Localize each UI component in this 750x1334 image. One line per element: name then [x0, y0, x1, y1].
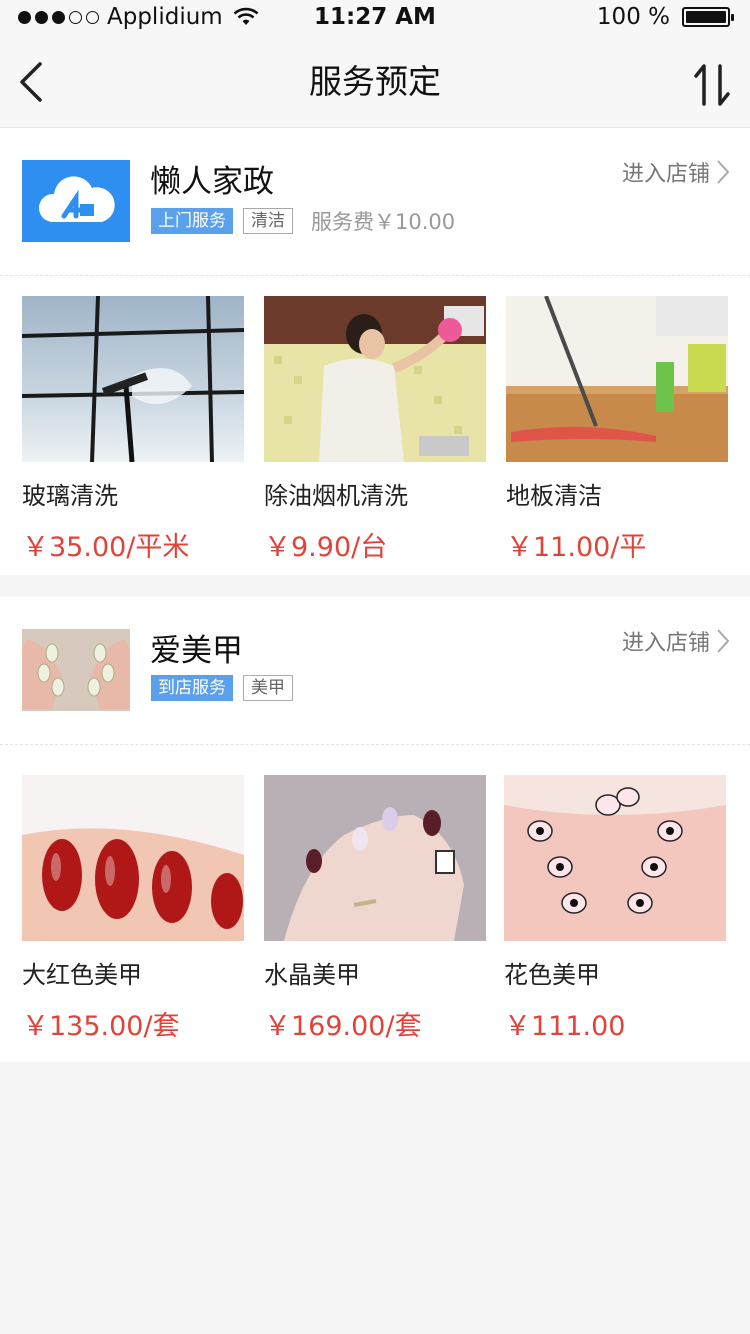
product-item[interactable]: 地板清洁 ￥11.00/平	[506, 296, 728, 564]
product-name: 水晶美甲	[264, 961, 360, 989]
battery-icon	[682, 7, 734, 27]
store-card: 爱美甲 到店服务 美甲 进入店铺 大红色美甲 ￥135.00/套 水晶美甲 ￥1…	[0, 597, 750, 1062]
store-name: 懒人家政	[150, 164, 274, 200]
nail-logo-image	[22, 629, 130, 711]
product-price: ￥11.00/平	[506, 532, 647, 563]
product-name: 花色美甲	[504, 961, 600, 989]
store-header[interactable]: 懒人家政 上门服务 清洁 服务费￥10.00 进入店铺	[0, 128, 750, 276]
cloud-logo-icon	[22, 160, 130, 242]
product-name: 地板清洁	[506, 482, 602, 510]
product-item[interactable]: 玻璃清洗 ￥35.00/平米	[22, 296, 244, 564]
chevron-right-icon	[717, 629, 730, 653]
service-fee: 服务费￥10.00	[311, 210, 456, 234]
product-price: ￥35.00/平米	[22, 532, 190, 563]
product-price: ￥169.00/套	[264, 1011, 422, 1042]
enter-store-link[interactable]: 进入店铺	[622, 156, 730, 188]
service-type-badge: 上门服务	[151, 208, 233, 234]
battery-label: 100 %	[596, 4, 670, 30]
store-logo	[22, 160, 130, 242]
product-image-floor-cleaning	[506, 296, 728, 462]
chevron-right-icon	[717, 160, 730, 184]
category-badge: 美甲	[243, 675, 293, 701]
product-name: 大红色美甲	[22, 961, 142, 989]
product-price: ￥135.00/套	[22, 1011, 180, 1042]
product-item[interactable]: 大红色美甲 ￥135.00/套	[22, 775, 244, 1043]
store-logo	[22, 629, 130, 711]
store-header[interactable]: 爱美甲 到店服务 美甲 进入店铺	[0, 597, 750, 745]
product-item[interactable]: 水晶美甲 ￥169.00/套	[264, 775, 486, 1043]
product-name: 玻璃清洗	[22, 482, 118, 510]
product-image-window-cleaning	[22, 296, 244, 462]
nav-bar: 服务预定	[0, 36, 750, 128]
store-tags: 上门服务 清洁 服务费￥10.00	[151, 206, 455, 236]
product-image-pattern-nails	[504, 775, 726, 941]
enter-store-label: 进入店铺	[621, 631, 710, 656]
enter-store-label: 进入店铺	[621, 162, 710, 187]
category-badge: 清洁	[243, 208, 293, 234]
status-bar: Applidium 11:27 AM 100 %	[0, 0, 750, 36]
product-name: 除油烟机清洗	[264, 482, 408, 510]
product-item[interactable]: 除油烟机清洗 ￥9.90/台	[264, 296, 486, 564]
product-price: ￥9.90/台	[264, 532, 388, 563]
product-row: 玻璃清洗 ￥35.00/平米 除油烟机清洗 ￥9.90/台 地板清洁 ￥11.0…	[0, 276, 750, 576]
service-type-badge: 到店服务	[151, 675, 233, 701]
product-price: ￥111.00	[504, 1011, 626, 1042]
enter-store-link[interactable]: 进入店铺	[622, 625, 730, 657]
product-image-crystal-nails	[264, 775, 486, 941]
product-image-red-nails	[22, 775, 244, 941]
page-title: 服务预定	[309, 62, 441, 101]
status-right: 100 %	[596, 2, 734, 32]
product-image-hood-cleaning	[264, 296, 486, 462]
store-card: 懒人家政 上门服务 清洁 服务费￥10.00 进入店铺 玻璃清洗 ￥35.00/…	[0, 128, 750, 575]
product-item[interactable]: 花色美甲 ￥111.00	[504, 775, 726, 1043]
sort-button[interactable]	[692, 62, 732, 108]
store-tags: 到店服务 美甲	[151, 675, 293, 701]
product-row: 大红色美甲 ￥135.00/套 水晶美甲 ￥169.00/套 花色美甲 ￥111…	[0, 745, 750, 1045]
store-name: 爱美甲	[150, 633, 243, 669]
